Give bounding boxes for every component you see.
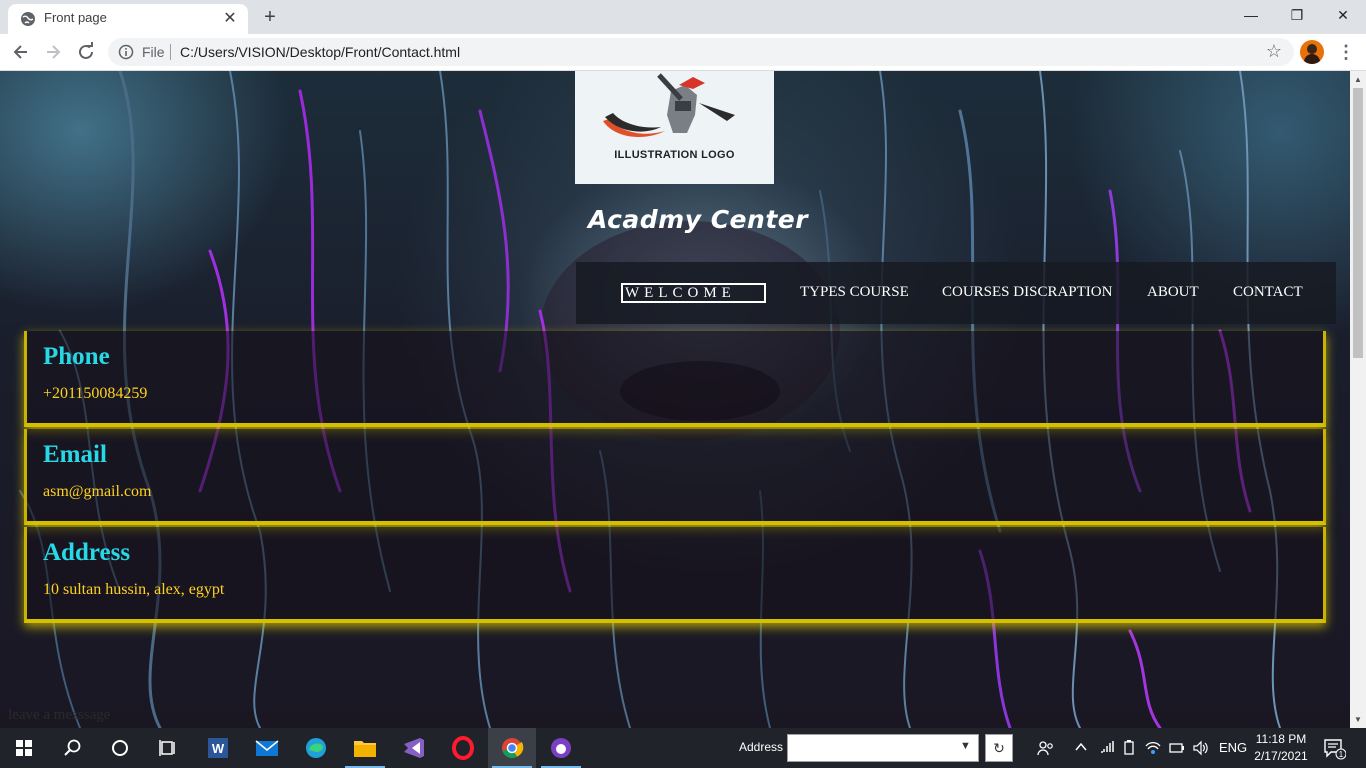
speaker-icon[interactable] xyxy=(1192,740,1210,759)
globe-icon xyxy=(21,12,35,26)
browser-tab[interactable]: Front page ✕ xyxy=(8,4,248,34)
contact-card-email: Email asm@gmail.com xyxy=(24,429,1326,525)
language-indicator[interactable]: ENG xyxy=(1219,740,1247,755)
tab-title: Front page xyxy=(44,10,107,25)
chevron-down-icon[interactable]: ▼ xyxy=(960,740,971,752)
contact-value: asm@gmail.com xyxy=(43,483,152,500)
scroll-up-arrow-icon[interactable]: ▲ xyxy=(1354,75,1362,84)
nav-link-courses-discraption[interactable]: COURSES DISCRAPTION xyxy=(942,284,1112,301)
clock-date: 2/17/2021 xyxy=(1254,749,1308,763)
url-text[interactable]: C:/Users/VISION/Desktop/Front/Contact.ht… xyxy=(180,44,460,60)
divider xyxy=(170,44,171,60)
contact-card-address: Address 10 sultan hussin, alex, egypt xyxy=(24,527,1326,623)
leave-message-heading: leave a messsage xyxy=(8,707,111,723)
site-logo[interactable]: ILLUSTRATION LOGO xyxy=(575,71,774,184)
contact-value: +201150084259 xyxy=(43,385,148,402)
scroll-thumb[interactable] xyxy=(1353,88,1363,358)
address-toolbar-input[interactable] xyxy=(787,734,979,762)
nav-link-about[interactable]: ABOUT xyxy=(1147,284,1199,301)
logo-caption: ILLUSTRATION LOGO xyxy=(614,149,735,161)
reload-icon[interactable] xyxy=(73,39,99,65)
address-bar[interactable]: File C:/Users/VISION/Desktop/Front/Conta… xyxy=(108,38,1294,66)
forward-arrow-icon[interactable] xyxy=(40,39,66,65)
nav-link-contact[interactable]: CONTACT xyxy=(1233,284,1303,301)
site-title: Acadmy Center xyxy=(588,205,809,234)
battery-saver-icon[interactable] xyxy=(1122,740,1136,759)
refresh-icon[interactable]: ↻ xyxy=(985,734,1013,762)
word-icon[interactable]: W xyxy=(194,728,242,768)
mail-icon[interactable] xyxy=(243,728,291,768)
contact-heading: Address xyxy=(43,539,131,566)
power-icon[interactable] xyxy=(1168,740,1186,759)
edge-icon[interactable] xyxy=(292,728,340,768)
close-window-button[interactable]: ✕ xyxy=(1320,0,1366,30)
nav-link-welcome[interactable]: WELCOME xyxy=(621,283,766,303)
windows-start-icon[interactable] xyxy=(0,728,48,768)
main-navigation: WELCOME TYPES COURSE COURSES DISCRAPTION… xyxy=(576,262,1336,324)
wifi-icon[interactable] xyxy=(1099,740,1115,757)
contact-heading: Email xyxy=(43,441,107,468)
knight-logo-icon xyxy=(603,73,735,137)
windows-taskbar: W Address ▼ ↻ ENG 11:18 PM 2/17/2021 1 xyxy=(0,728,1366,768)
page-viewport: ILLUSTRATION LOGO Acadmy Center WELCOME … xyxy=(0,71,1350,728)
system-clock[interactable]: 11:18 PM 2/17/2021 xyxy=(1252,731,1310,765)
notification-count: 1 xyxy=(1339,750,1344,759)
clock-time: 11:18 PM xyxy=(1255,732,1307,746)
scheme-label: File xyxy=(142,44,165,60)
nav-link-types-course[interactable]: TYPES COURSE xyxy=(800,284,909,301)
page-scrollbar[interactable]: ▲ ▼ xyxy=(1350,71,1366,728)
close-tab-icon[interactable]: ✕ xyxy=(220,9,240,29)
info-icon[interactable] xyxy=(118,44,134,60)
back-arrow-icon[interactable] xyxy=(8,39,34,65)
minimize-button[interactable]: — xyxy=(1228,0,1274,30)
cortana-icon[interactable] xyxy=(96,728,144,768)
svg-text:W: W xyxy=(212,741,225,756)
maximize-button[interactable]: ❐ xyxy=(1274,0,1320,30)
tab-strip: Front page ✕ + — ❐ ✕ xyxy=(0,0,1366,34)
notification-center-icon[interactable]: 1 xyxy=(1322,736,1347,760)
file-explorer-icon[interactable] xyxy=(341,728,389,768)
menu-dots-icon[interactable]: ⋮ xyxy=(1336,40,1356,64)
bookmark-star-icon[interactable]: ☆ xyxy=(1266,41,1282,62)
search-icon[interactable] xyxy=(48,728,96,768)
contact-heading: Phone xyxy=(43,343,110,370)
address-toolbar-label: Address xyxy=(739,740,784,754)
contact-value: 10 sultan hussin, alex, egypt xyxy=(43,581,225,598)
network-icon[interactable] xyxy=(1144,740,1162,759)
task-view-icon[interactable] xyxy=(144,728,192,768)
visual-studio-icon[interactable] xyxy=(390,728,438,768)
browser-toolbar: File C:/Users/VISION/Desktop/Front/Conta… xyxy=(0,34,1366,71)
scroll-down-arrow-icon[interactable]: ▼ xyxy=(1354,715,1362,724)
profile-avatar[interactable] xyxy=(1300,40,1324,64)
contact-card-phone: Phone +201150084259 xyxy=(24,331,1326,427)
chrome-icon[interactable] xyxy=(488,728,536,768)
opera-icon[interactable] xyxy=(439,728,487,768)
chevron-up-icon[interactable] xyxy=(1074,740,1088,757)
people-icon[interactable] xyxy=(1037,740,1055,759)
new-tab-button[interactable]: + xyxy=(258,6,282,30)
screenshot-tool-icon[interactable] xyxy=(537,728,585,768)
